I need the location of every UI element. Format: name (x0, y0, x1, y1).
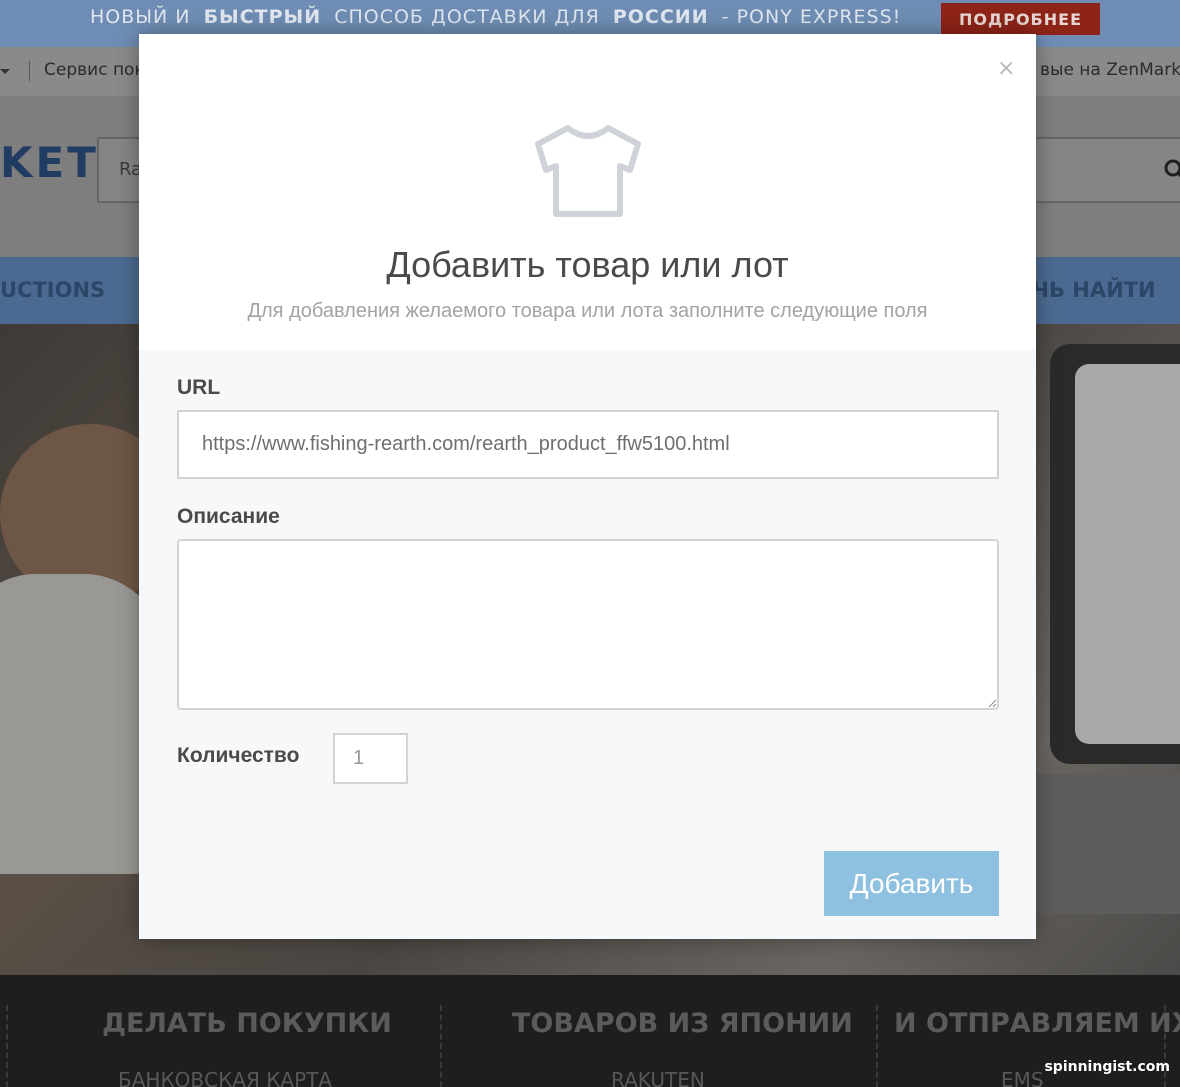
search-icon[interactable] (1163, 158, 1180, 182)
quantity-field[interactable] (333, 733, 408, 784)
divider (876, 1005, 878, 1087)
promo-text-part: СПОСОБ ДОСТАВКИ ДЛЯ (334, 6, 600, 28)
add-button[interactable]: Добавить (824, 851, 999, 916)
footer-heading: ТОВАРОВ ИЗ ЯПОНИИ (512, 1008, 853, 1039)
nav-item-auctions[interactable]: UCTIONS (0, 278, 105, 302)
footer-link[interactable]: EMS (1001, 1068, 1044, 1087)
topnav-service-link[interactable]: Сервис пок (44, 60, 145, 80)
close-icon[interactable]: × (997, 56, 1015, 81)
chevron-down-icon[interactable] (0, 69, 10, 74)
promo-text-part: - PONY EXPRESS! (721, 6, 902, 28)
tshirt-icon (535, 125, 641, 217)
modal-subtitle: Для добавления желаемого товара или лота… (247, 300, 928, 322)
watermark: spinningist.com (1044, 1059, 1170, 1075)
divider (6, 1005, 8, 1087)
footer: ДЕЛАТЬ ПОКУПКИ БАНКОВСКАЯ КАРТА ТОВАРОВ … (0, 975, 1180, 1087)
description-label: Описание (177, 505, 280, 528)
promo-text: НОВЫЙ И БЫСТРЫЙ СПОСОБ ДОСТАВКИ ДЛЯ РОСС… (90, 6, 901, 28)
divider (440, 1005, 442, 1087)
promo-more-button[interactable]: ПОДРОБНЕЕ (941, 3, 1100, 35)
url-label: URL (177, 376, 221, 399)
hero-laptop-screen (1075, 364, 1180, 744)
footer-link[interactable]: RAKUTEN (611, 1068, 705, 1087)
footer-heading: ДЕЛАТЬ ПОКУПКИ (102, 1008, 392, 1039)
description-field[interactable] (177, 539, 999, 710)
site-logo[interactable]: KET (0, 138, 99, 187)
nav-item-help-find[interactable]: ЧЬ НАЙТИ (1032, 278, 1156, 302)
url-field[interactable] (177, 410, 999, 479)
footer-heading: И ОТПРАВЛЯЕМ ИХ (894, 1008, 1180, 1039)
promo-text-part: НОВЫЙ И (90, 6, 191, 28)
resize-grip-icon[interactable] (988, 699, 997, 708)
modal-title: Добавить товар или лот (386, 244, 789, 285)
footer-link[interactable]: БАНКОВСКАЯ КАРТА (118, 1068, 332, 1087)
topnav-news-link[interactable]: вые на ZenMarke (1040, 60, 1180, 80)
quantity-label: Количество (177, 744, 300, 767)
promo-text-bold: РОССИИ (612, 6, 709, 28)
modal-header: × Добавить товар или лот Для добавления … (139, 34, 1036, 350)
promo-text-bold: БЫСТРЫЙ (203, 6, 322, 28)
divider (29, 61, 30, 81)
add-item-modal: × Добавить товар или лот Для добавления … (139, 34, 1036, 939)
